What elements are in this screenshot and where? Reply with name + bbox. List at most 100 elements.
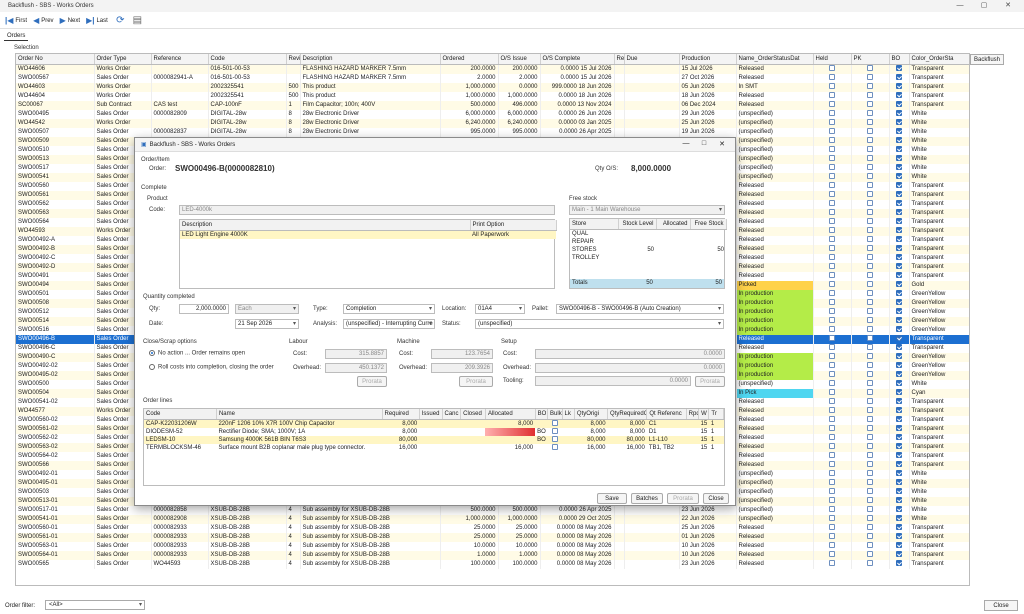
grid-cell-bo[interactable] — [889, 523, 910, 533]
checkbox[interactable] — [829, 550, 835, 557]
checkbox[interactable] — [829, 379, 835, 386]
grid-cell-pk[interactable] — [851, 316, 890, 326]
grid-cell-bo[interactable] — [889, 415, 910, 425]
checkbox[interactable] — [896, 145, 902, 152]
order-lines-table[interactable]: Code Name Required Issued Canc Closed Allocate… — [143, 408, 725, 486]
checkbox[interactable] — [867, 325, 873, 332]
grid-cell-bo[interactable] — [889, 199, 910, 209]
grid-cell-pk[interactable] — [851, 64, 890, 74]
checkbox[interactable] — [829, 271, 835, 278]
table-row[interactable]: SWO00564-01 Sales Order 0000082933 XSUB-DB-… — [16, 550, 969, 560]
table-row[interactable]: WO44606 Works Order 016-501-00-53 FLASHING … — [16, 64, 969, 74]
grid-cell-held[interactable] — [813, 352, 852, 362]
checkbox[interactable] — [867, 199, 873, 206]
checkbox[interactable] — [896, 334, 902, 341]
grid-cell-pk[interactable] — [851, 433, 890, 443]
grid-cell-bo[interactable] — [889, 262, 910, 272]
grid-cell-held[interactable] — [813, 226, 852, 236]
checkbox[interactable] — [867, 352, 873, 359]
checkbox[interactable] — [896, 361, 902, 368]
checkbox[interactable] — [829, 487, 835, 494]
checkbox[interactable] — [867, 136, 873, 143]
grid-cell-held[interactable] — [813, 406, 852, 416]
grid-cell-bo[interactable] — [889, 424, 910, 434]
close-window-button[interactable]: ✕ — [996, 0, 1020, 12]
checkbox[interactable] — [867, 244, 873, 251]
grid-cell-pk[interactable] — [851, 226, 890, 236]
grid-cell-held[interactable] — [813, 100, 852, 110]
grid-cell-pk[interactable] — [851, 559, 890, 569]
grid-cell-held[interactable] — [813, 370, 852, 380]
lines-col-13[interactable]: Rpd — [686, 409, 700, 420]
grid-col-2[interactable]: Reference — [151, 54, 209, 65]
checkbox[interactable] — [829, 253, 835, 260]
grid-cell-bo[interactable] — [889, 406, 910, 416]
grid-cell-bo[interactable] — [889, 370, 910, 380]
grid-cell-bo[interactable] — [889, 226, 910, 236]
close-button[interactable]: Close — [984, 600, 1018, 611]
grid-cell-pk[interactable] — [851, 550, 890, 560]
checkbox[interactable] — [829, 208, 835, 215]
checkbox[interactable] — [829, 532, 835, 539]
qty-input[interactable]: 2,000.0000 — [179, 304, 229, 314]
grid-cell-bo[interactable] — [889, 334, 910, 344]
grid-cell-pk[interactable] — [851, 73, 890, 83]
table-row[interactable]: WO44542 Works Order DIGITAL-28w 8 28w Electr… — [16, 118, 969, 128]
dialog-close-action-button[interactable]: Close — [703, 493, 729, 504]
grid-cell-bo[interactable] — [889, 217, 910, 227]
tab-orders[interactable]: Orders — [4, 32, 29, 41]
grid-cell-held[interactable] — [813, 478, 852, 488]
checkbox[interactable] — [867, 181, 873, 188]
grid-cell-pk[interactable] — [851, 451, 890, 461]
table-row[interactable]: SWO00541-01 Sales Order 0000082908 XSUB-DB-… — [16, 514, 969, 524]
grid-col-4[interactable]: Revi — [286, 54, 301, 65]
checkbox[interactable] — [829, 370, 835, 377]
grid-cell-held[interactable] — [813, 181, 852, 191]
lines-col-11[interactable]: QtyRequiredOS — [607, 409, 648, 420]
grid-cell-pk[interactable] — [851, 91, 890, 101]
checkbox[interactable] — [867, 145, 873, 152]
grid-cell-held[interactable] — [813, 73, 852, 83]
checkbox[interactable] — [896, 406, 902, 413]
checkbox[interactable] — [829, 235, 835, 242]
grid-cell-held[interactable] — [813, 118, 852, 128]
grid-cell-bo[interactable] — [889, 325, 910, 335]
checkbox[interactable] — [896, 253, 902, 260]
grid-col-14[interactable]: PK — [851, 54, 890, 65]
grid-cell-held[interactable] — [813, 154, 852, 164]
grid-cell-pk[interactable] — [851, 127, 890, 137]
checkbox[interactable] — [829, 451, 835, 458]
grid-cell-pk[interactable] — [851, 469, 890, 479]
checkbox[interactable] — [867, 370, 873, 377]
grid-cell-held[interactable] — [813, 82, 852, 92]
grid-cell-held[interactable] — [813, 253, 852, 263]
checkbox[interactable] — [867, 496, 873, 503]
checkbox[interactable] — [896, 190, 902, 197]
checkbox[interactable] — [867, 343, 873, 350]
table-row[interactable]: SWO00561-01 Sales Order 0000082933 XSUB-DB-… — [16, 532, 969, 542]
grid-col-3[interactable]: Code — [208, 54, 287, 65]
checkbox[interactable] — [829, 442, 835, 449]
grid-cell-held[interactable] — [813, 343, 852, 353]
checkbox[interactable] — [896, 370, 902, 377]
checkbox[interactable] — [896, 496, 902, 503]
checkbox[interactable] — [896, 460, 902, 467]
checkbox[interactable] — [867, 100, 873, 107]
first-button[interactable]: |◀ First — [5, 16, 27, 25]
checkbox[interactable] — [829, 109, 835, 116]
grid-cell-pk[interactable] — [851, 190, 890, 200]
checkbox[interactable] — [896, 73, 902, 80]
opt-roll-costs[interactable]: Roll costs into completion, closing the … — [149, 364, 274, 371]
grid-cell-bo[interactable] — [889, 343, 910, 353]
grid-cell-held[interactable] — [813, 145, 852, 155]
radio-no-action[interactable] — [149, 350, 155, 356]
grid-cell-pk[interactable] — [851, 100, 890, 110]
grid-cell-bo[interactable] — [889, 379, 910, 389]
checkbox[interactable] — [829, 496, 835, 503]
checkbox[interactable] — [829, 280, 835, 287]
grid-cell-held[interactable] — [813, 442, 852, 452]
grid-cell-pk[interactable] — [851, 235, 890, 245]
unit-select[interactable]: Each — [235, 304, 299, 314]
checkbox[interactable] — [867, 64, 873, 71]
checkbox[interactable] — [829, 163, 835, 170]
